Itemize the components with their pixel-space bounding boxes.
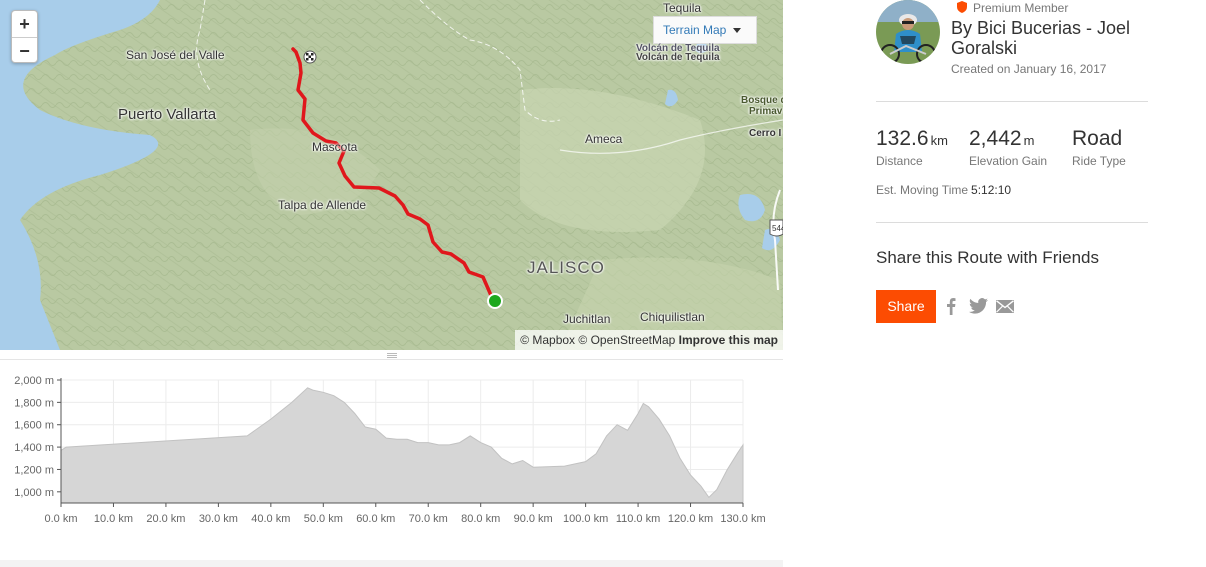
zoom-in-button[interactable]: + bbox=[12, 11, 37, 37]
stat-ride-type: Road Ride Type bbox=[1072, 127, 1126, 168]
x-tick-label: 10.0 km bbox=[94, 513, 133, 525]
stat-unit: m bbox=[1023, 133, 1035, 148]
email-icon[interactable] bbox=[996, 300, 1014, 313]
map-label-highway: 544 bbox=[772, 224, 783, 233]
stat-label: Elevation Gain bbox=[969, 154, 1048, 168]
y-tick-label: 1,000 m bbox=[14, 487, 54, 499]
improve-map-link[interactable]: Improve this map bbox=[679, 333, 778, 347]
divider bbox=[876, 101, 1148, 102]
x-tick-label: 30.0 km bbox=[199, 513, 238, 525]
map-label-chiquilistlan: Chiquilistlan bbox=[640, 310, 705, 324]
map-label-tequila: Tequila bbox=[663, 1, 702, 15]
x-tick-label: 130.0 km bbox=[720, 513, 765, 525]
y-tick-label: 2,000 m bbox=[14, 375, 54, 387]
zoom-control: + − bbox=[11, 10, 38, 63]
x-tick-label: 80.0 km bbox=[461, 513, 500, 525]
premium-label: Premium Member bbox=[973, 1, 1069, 15]
stat-value: Road bbox=[1072, 127, 1123, 150]
share-heading: Share this Route with Friends bbox=[876, 248, 1099, 267]
created-date: Created on January 16, 2017 bbox=[951, 62, 1107, 76]
x-tick-label: 90.0 km bbox=[514, 513, 553, 525]
map-label-volcan-2: Volcán de Tequila bbox=[636, 52, 720, 63]
elevation-profile[interactable]: 1,000 m 1,200 m 1,400 m 1,600 m 1,800 m 2,000… bbox=[0, 362, 783, 562]
map-label-san-jose: San José del Valle bbox=[126, 48, 225, 62]
shield-icon bbox=[957, 1, 967, 13]
stat-value: 2,442 bbox=[969, 127, 1022, 150]
map-label-ameca: Ameca bbox=[585, 132, 623, 146]
moving-time-value: 5:12:10 bbox=[971, 183, 1012, 197]
map-label-juchitlan: Juchitlan bbox=[563, 312, 611, 326]
athlete-name-link[interactable]: By Bici Bucerias - Joel Goralski bbox=[951, 18, 1151, 58]
y-tick-label: 1,600 m bbox=[14, 420, 54, 432]
y-tick-label: 1,200 m bbox=[14, 464, 54, 476]
map-label-mascota: Mascota bbox=[312, 140, 358, 154]
divider bbox=[876, 222, 1148, 223]
stat-unit: km bbox=[930, 133, 948, 148]
stat-label: Ride Type bbox=[1072, 154, 1126, 168]
map-label-bosque: Bosque d bbox=[741, 95, 783, 106]
zoom-out-button[interactable]: − bbox=[12, 37, 37, 63]
map-label-talpa: Talpa de Allende bbox=[278, 198, 367, 212]
chevron-down-icon bbox=[733, 28, 741, 33]
x-tick-label: 20.0 km bbox=[146, 513, 185, 525]
route-finish-marker bbox=[303, 50, 317, 64]
stat-distance: 132.6 km Distance bbox=[876, 127, 948, 168]
moving-time-label: Est. Moving Time bbox=[876, 183, 969, 197]
x-tick-label: 120.0 km bbox=[668, 513, 713, 525]
twitter-icon[interactable] bbox=[969, 298, 988, 314]
x-tick-label: 40.0 km bbox=[251, 513, 290, 525]
athlete-avatar[interactable] bbox=[876, 0, 940, 64]
map-type-label: Terrain Map bbox=[663, 23, 727, 37]
map-type-dropdown[interactable]: Terrain Map bbox=[653, 16, 757, 44]
y-tick-label: 1,800 m bbox=[14, 397, 54, 409]
cyclist-avatar-image bbox=[876, 0, 940, 64]
map-label-cerro: Cerro I bbox=[749, 128, 782, 139]
mapbox-link[interactable]: © Mapbox bbox=[520, 333, 575, 347]
x-tick-label: 0.0 km bbox=[44, 513, 77, 525]
map-label-primav: Primav bbox=[749, 106, 783, 117]
route-map[interactable]: + − Terrain Map Tequila Volcán de Tequil… bbox=[0, 0, 783, 350]
elevation-chart: 1,000 m 1,200 m 1,400 m 1,600 m 1,800 m 2,000… bbox=[14, 375, 765, 525]
x-tick-label: 60.0 km bbox=[356, 513, 395, 525]
y-tick-label: 1,400 m bbox=[14, 442, 54, 454]
facebook-icon[interactable] bbox=[946, 297, 956, 315]
x-tick-label: 70.0 km bbox=[409, 513, 448, 525]
map-label-puerto-vallarta: Puerto Vallarta bbox=[118, 106, 217, 123]
x-tick-label: 100.0 km bbox=[563, 513, 608, 525]
stat-value: 132.6 bbox=[876, 127, 929, 150]
stat-label: Distance bbox=[876, 154, 923, 168]
share-button[interactable]: Share bbox=[876, 290, 936, 323]
osm-link[interactable]: © OpenStreetMap bbox=[578, 333, 675, 347]
x-tick-label: 110.0 km bbox=[616, 513, 660, 525]
map-label-jalisco: JALISCO bbox=[527, 258, 605, 277]
map-resize-divider[interactable] bbox=[0, 350, 783, 360]
elevation-footer-bar bbox=[0, 560, 783, 567]
stat-elevation-gain: 2,442 m Elevation Gain bbox=[969, 127, 1047, 168]
route-start-marker bbox=[487, 293, 503, 309]
premium-badge: Premium Member bbox=[957, 1, 1068, 15]
est-moving-time: Est. Moving Time 5:12:10 bbox=[876, 183, 1011, 197]
drag-handle-icon[interactable] bbox=[387, 353, 397, 358]
map-attribution: © Mapbox © OpenStreetMap Improve this ma… bbox=[515, 330, 783, 350]
elevation-area bbox=[60, 387, 744, 504]
route-sidebar: Premium Member By Bici Bucerias - Joel G… bbox=[876, 0, 1148, 567]
x-tick-label: 50.0 km bbox=[304, 513, 343, 525]
